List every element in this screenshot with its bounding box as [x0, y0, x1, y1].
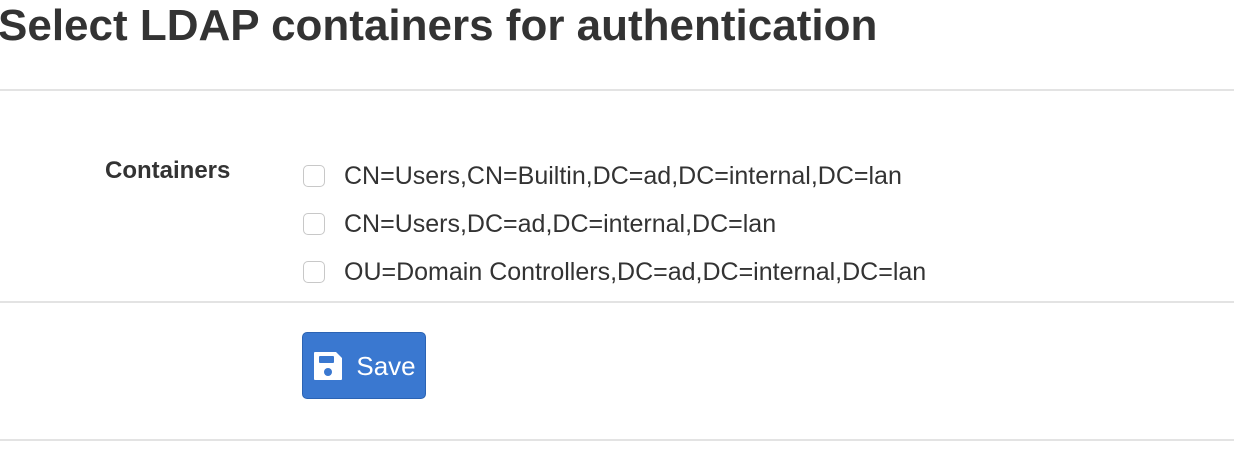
save-button[interactable]: Save — [302, 332, 426, 399]
save-button-label[interactable]: Save — [356, 350, 415, 382]
footer-divider — [0, 439, 1234, 441]
container-checkbox[interactable] — [303, 261, 325, 283]
container-option-label[interactable]: OU=Domain Controllers,DC=ad,DC=internal,… — [344, 256, 926, 288]
container-option[interactable]: CN=Users,DC=ad,DC=internal,DC=lan — [303, 200, 926, 248]
container-option-label[interactable]: CN=Users,CN=Builtin,DC=ad,DC=internal,DC… — [344, 160, 902, 192]
form-divider — [0, 301, 1234, 303]
container-checkbox[interactable] — [303, 165, 325, 187]
page-title: Select LDAP containers for authenticatio… — [0, 1, 878, 50]
container-option-label[interactable]: CN=Users,DC=ad,DC=internal,DC=lan — [344, 208, 776, 240]
container-option[interactable]: CN=Users,CN=Builtin,DC=ad,DC=internal,DC… — [303, 152, 926, 200]
title-divider — [0, 89, 1234, 91]
containers-label: Containers — [105, 157, 231, 184]
container-option[interactable]: OU=Domain Controllers,DC=ad,DC=internal,… — [303, 248, 926, 296]
containers-checkbox-list: CN=Users,CN=Builtin,DC=ad,DC=internal,DC… — [303, 152, 926, 296]
container-checkbox[interactable] — [303, 213, 325, 235]
floppy-disk-icon — [312, 350, 344, 382]
